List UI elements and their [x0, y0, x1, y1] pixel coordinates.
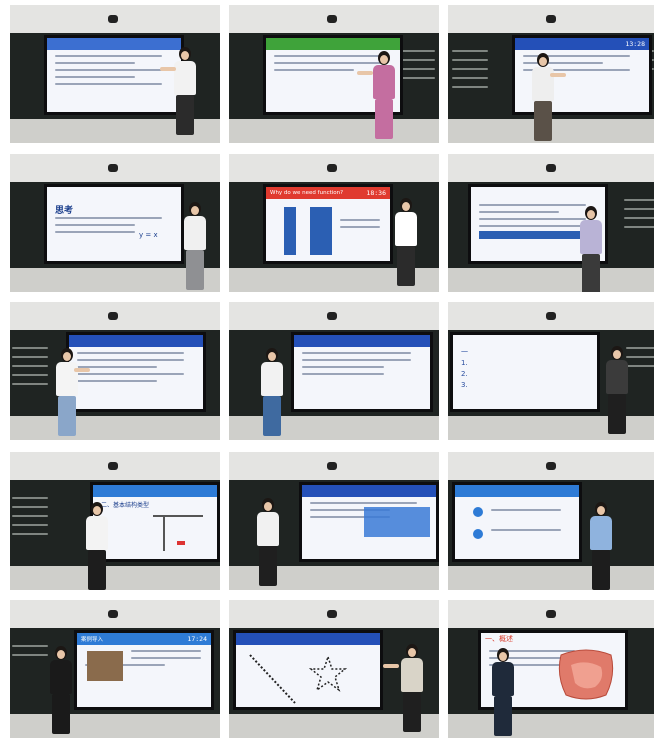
teacher-figure [576, 206, 606, 292]
slide-title: 思考 [55, 206, 74, 216]
teacher-figure [253, 498, 283, 590]
photo-tile-5: Why do we need function? 18:36 [229, 154, 439, 292]
slide-screen [66, 332, 206, 412]
camera-icon [108, 164, 118, 172]
slide-screen [291, 332, 433, 412]
teacher-figure [160, 47, 200, 139]
camera-icon [327, 462, 337, 470]
slide-screen: 思考 y = x [44, 184, 184, 264]
slide-clock: 18:36 [366, 189, 386, 197]
teacher-figure [391, 198, 421, 290]
teacher-figure [383, 644, 427, 736]
slide-formula: y = x [139, 231, 158, 239]
camera-icon [327, 15, 337, 23]
teacher-figure [357, 51, 399, 143]
camera-icon [327, 610, 337, 618]
photo-tile-15: 一、概述 [448, 600, 654, 738]
slide-screen [44, 35, 184, 115]
slide-screen: 一 1. 2. 3. [450, 332, 600, 412]
teacher-figure [586, 502, 616, 590]
camera-icon [108, 462, 118, 470]
slide-clock: 17:24 [187, 635, 207, 643]
camera-icon [546, 462, 556, 470]
teacher-figure [257, 348, 287, 440]
slide-screen [452, 482, 582, 562]
camera-icon [546, 15, 556, 23]
photo-tile-8 [229, 302, 439, 440]
camera-icon [108, 312, 118, 320]
photo-tile-4: 思考 y = x [10, 154, 220, 292]
slide-screen: Why do we need function? 18:36 [263, 184, 393, 264]
photo-tile-14 [229, 600, 439, 738]
photo-tile-13: 案例导入 17:24 [10, 600, 220, 738]
camera-icon [546, 164, 556, 172]
photo-tile-10: 二、基本结构类型 [10, 452, 220, 590]
slide-screen: 案例导入 17:24 [74, 630, 214, 710]
classroom-photo-grid: 13:28 思考 y = x Why do we need function? 1… [0, 0, 654, 743]
camera-icon [546, 610, 556, 618]
slide-header: 一、概述 [485, 635, 513, 643]
photo-tile-3: 13:28 [448, 5, 654, 143]
teacher-figure [180, 202, 210, 292]
camera-icon [108, 15, 118, 23]
slide-header: 案例导入 [81, 637, 104, 643]
slide-header: Why do we need function? [270, 190, 344, 196]
photo-tile-9: 一 1. 2. 3. [448, 302, 654, 440]
photo-tile-1 [10, 5, 220, 143]
photo-tile-6 [448, 154, 654, 292]
teacher-figure [488, 648, 518, 738]
slide-clock: 13:28 [625, 40, 645, 48]
teacher-figure [52, 348, 90, 440]
teacher-figure [46, 646, 76, 738]
teacher-figure [528, 53, 566, 143]
photo-tile-2 [229, 5, 439, 143]
camera-icon [327, 312, 337, 320]
star-diagram [249, 654, 348, 704]
intestine-diagram [558, 649, 614, 700]
photo-tile-12 [448, 452, 654, 590]
photo-tile-11 [229, 452, 439, 590]
slide-list: 一 1. 2. 3. [461, 348, 468, 389]
photo-tile-7 [10, 302, 220, 440]
teacher-figure [602, 346, 632, 438]
camera-icon [546, 312, 556, 320]
teacher-figure [82, 502, 112, 590]
slide-screen [299, 482, 439, 562]
slide-screen [233, 630, 383, 710]
camera-icon [327, 164, 337, 172]
camera-icon [108, 610, 118, 618]
